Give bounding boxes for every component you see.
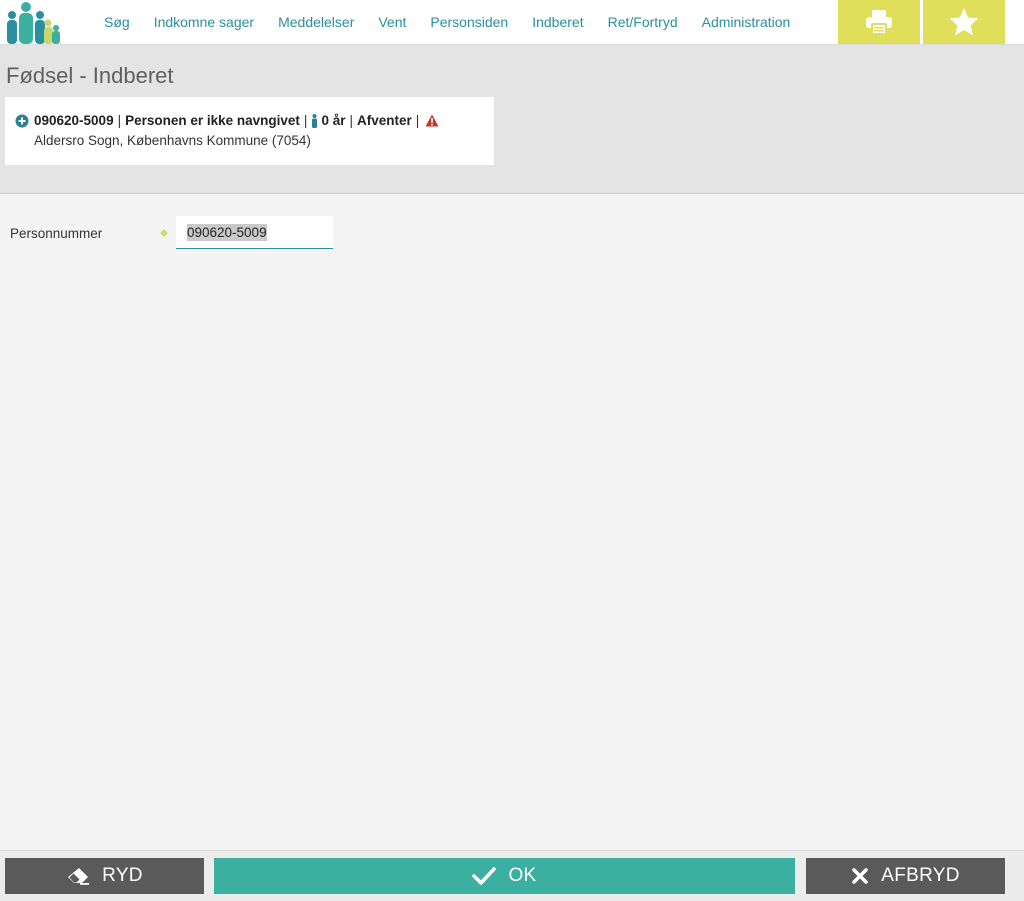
personnummer-label: Personnummer <box>10 226 103 241</box>
person-name: Personen er ikke navngivet <box>125 113 300 128</box>
star-icon <box>949 8 979 36</box>
checkmark-icon <box>472 867 497 885</box>
person-summary-line: 090620-5009 | Personen er ikke navngivet… <box>15 113 439 128</box>
personnummer-value: 090620-5009 <box>187 223 267 241</box>
required-diamond-icon <box>160 229 168 237</box>
nav-item-indkomne-sager[interactable]: Indkomne sager <box>142 14 266 30</box>
action-bar: RYD OK AFBRYD <box>0 850 1024 901</box>
person-cpr: 090620-5009 <box>34 113 114 128</box>
nav-item-meddelelser[interactable]: Meddelelser <box>266 14 366 30</box>
favorite-button[interactable] <box>923 0 1005 44</box>
printer-icon <box>866 10 892 35</box>
eraser-icon <box>68 868 90 885</box>
family-logo-icon[interactable] <box>4 1 62 44</box>
separator: | <box>415 113 420 128</box>
separator: | <box>303 113 308 128</box>
afbryd-button[interactable]: AFBRYD <box>806 858 1005 894</box>
afbryd-label: AFBRYD <box>881 865 960 886</box>
print-button[interactable] <box>838 0 920 44</box>
ok-button[interactable]: OK <box>214 858 795 894</box>
nav-item-ret-fortryd[interactable]: Ret/Fortryd <box>596 14 690 30</box>
personnummer-input[interactable]: 090620-5009 <box>176 216 333 249</box>
page-header: Fødsel - Indberet 090620-5009 | Personen… <box>0 45 1024 194</box>
person-address: Aldersro Sogn, Københavns Kommune (7054) <box>34 133 311 148</box>
main-menu: Søg Indkomne sager Meddelelser Vent Pers… <box>92 0 802 44</box>
separator: | <box>117 113 122 128</box>
nav-item-vent[interactable]: Vent <box>366 14 418 30</box>
person-summary-card: 090620-5009 | Personen er ikke navngivet… <box>5 97 494 165</box>
nav-item-indberet[interactable]: Indberet <box>520 14 595 30</box>
nav-item-soeg[interactable]: Søg <box>92 14 142 30</box>
person-age: 0 år <box>321 113 346 128</box>
person-status: Afventer <box>356 113 412 128</box>
warning-icon[interactable] <box>425 114 439 127</box>
ryd-label: RYD <box>102 865 143 886</box>
page-title: Fødsel - Indberet <box>6 63 174 88</box>
nav-item-personsiden[interactable]: Personsiden <box>418 14 520 30</box>
separator: | <box>349 113 353 128</box>
ok-label: OK <box>508 865 537 886</box>
expand-plus-icon[interactable] <box>15 114 29 128</box>
ryd-button[interactable]: RYD <box>5 858 204 894</box>
nav-item-administration[interactable]: Administration <box>690 14 803 30</box>
top-navigation-bar: Søg Indkomne sager Meddelelser Vent Pers… <box>0 0 1024 45</box>
close-icon <box>852 868 868 884</box>
person-icon <box>312 113 318 128</box>
